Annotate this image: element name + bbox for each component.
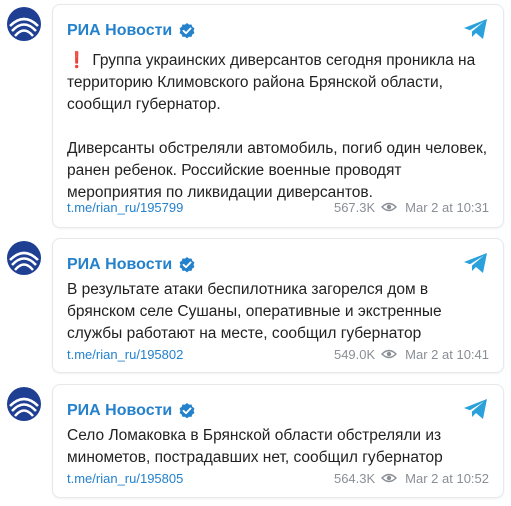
- verified-badge-icon: [179, 257, 195, 273]
- post-date[interactable]: Mar 2 at 10:41: [405, 347, 489, 362]
- post-card: РИА Новости В результате атаки беспилотн…: [52, 238, 504, 373]
- post-header: РИА Новости: [67, 20, 196, 42]
- post-footer: t.me/rian_ru/195805 564.3K Mar 2 at 10:5…: [67, 469, 489, 487]
- ria-logo-icon: [7, 241, 41, 275]
- alert-icon: ❗: [67, 52, 87, 69]
- post-footer: t.me/rian_ru/195802 549.0K Mar 2 at 10:4…: [67, 345, 489, 363]
- channel-name[interactable]: РИА Новости: [67, 256, 172, 274]
- channel-name[interactable]: РИА Новости: [67, 22, 172, 40]
- post-paragraph: В результате атаки беспилотника загорелс…: [67, 281, 442, 342]
- ria-logo-icon: [7, 387, 41, 421]
- post-text: Село Ломаковка в Брянской области обстре…: [67, 425, 493, 469]
- ria-logo-icon: [7, 7, 41, 41]
- view-count: 567.3K: [333, 199, 376, 215]
- post-card: РИА Новости ❗ Группа украинских диверсант…: [52, 4, 504, 228]
- post-link[interactable]: t.me/rian_ru/195802: [67, 347, 183, 362]
- view-count: 564.3K: [333, 470, 376, 486]
- post-link[interactable]: t.me/rian_ru/195799: [67, 200, 183, 215]
- channel-avatar[interactable]: [4, 238, 44, 278]
- telegram-icon[interactable]: [463, 252, 489, 274]
- view-count: 549.0K: [333, 346, 376, 362]
- channel-avatar[interactable]: [4, 384, 44, 424]
- post-card: РИА Новости Село Ломаковка в Брянской об…: [52, 384, 504, 498]
- post-paragraph: ❗ Группа украинских диверсантов сегодня п…: [67, 52, 476, 113]
- post-header: РИА Новости: [67, 400, 196, 422]
- post-text: ❗ Группа украинских диверсантов сегодня п…: [67, 50, 493, 204]
- post-footer: t.me/rian_ru/195799 567.3K Mar 2 at 10:3…: [67, 198, 489, 216]
- post-date[interactable]: Mar 2 at 10:31: [405, 200, 489, 215]
- telegram-icon[interactable]: [463, 398, 489, 420]
- eye-icon: [381, 349, 398, 359]
- channel-name[interactable]: РИА Новости: [67, 402, 172, 420]
- post-header: РИА Новости: [67, 254, 196, 276]
- eye-icon: [381, 202, 398, 212]
- eye-icon: [381, 473, 398, 483]
- post-date[interactable]: Mar 2 at 10:52: [405, 471, 489, 486]
- post-paragraph: Село Ломаковка в Брянской области обстре…: [67, 427, 443, 466]
- channel-avatar[interactable]: [4, 4, 44, 44]
- verified-badge-icon: [179, 23, 195, 39]
- post-paragraph: Диверсанты обстреляли автомобиль, погиб …: [67, 140, 488, 201]
- post-text: В результате атаки беспилотника загорелс…: [67, 279, 493, 345]
- telegram-icon[interactable]: [463, 18, 489, 40]
- verified-badge-icon: [179, 403, 195, 419]
- post-link[interactable]: t.me/rian_ru/195805: [67, 471, 183, 486]
